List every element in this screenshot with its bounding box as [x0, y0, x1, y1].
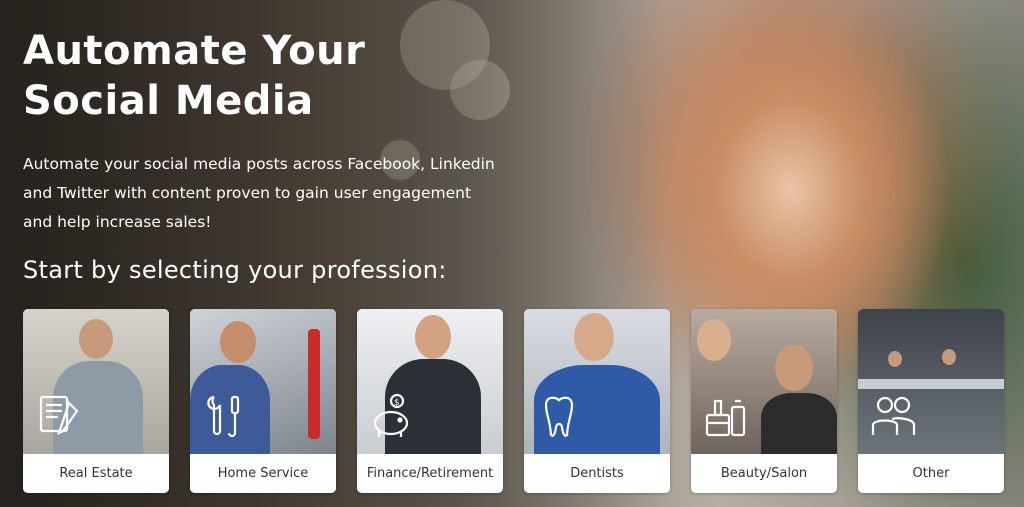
intro-line-1: Automate your social media posts across …: [23, 155, 495, 173]
person-head: [775, 345, 813, 391]
card-label: Dentists: [524, 454, 670, 493]
pipe-wrench: [308, 329, 320, 439]
profession-card-beauty-salon[interactable]: Beauty/Salon: [691, 309, 837, 493]
page-title: Automate Your Social Media: [23, 26, 483, 126]
title-line-2: Social Media: [23, 78, 314, 124]
card-label: Real Estate: [23, 454, 169, 493]
tools-icon: [200, 391, 250, 441]
title-line-1: Automate Your: [23, 28, 366, 74]
svg-text:$: $: [394, 398, 400, 408]
person-body: [761, 393, 837, 454]
profession-prompt: Start by selecting your profession:: [23, 256, 447, 284]
person-head: [79, 319, 113, 359]
person-head: [574, 313, 614, 361]
profession-card-dentists[interactable]: Dentists: [524, 309, 670, 493]
card-label: Other: [858, 454, 1004, 493]
document-icon: [33, 391, 83, 441]
office-desk: [858, 379, 1004, 389]
people-icon: [868, 391, 918, 441]
person-head: [942, 349, 956, 365]
profession-card-real-estate[interactable]: Real Estate: [23, 309, 169, 493]
profession-card-home-service[interactable]: Home Service: [190, 309, 336, 493]
person-head: [415, 315, 451, 359]
hero-banner: Automate Your Social Media Automate your…: [0, 0, 1024, 507]
intro-line-3: and help increase sales!: [23, 213, 212, 231]
intro-line-2: and Twitter with content proven to gain …: [23, 184, 472, 202]
person-head: [697, 319, 731, 361]
card-label: Home Service: [190, 454, 336, 493]
tooth-icon: [534, 391, 584, 441]
intro-text: Automate your social media posts across …: [23, 150, 523, 237]
person-head: [220, 321, 256, 363]
salon-products-icon: [701, 391, 751, 441]
person-head: [888, 351, 902, 367]
card-label: Finance/Retirement: [357, 454, 503, 493]
profession-card-finance-retirement[interactable]: $ Finance/Retirement: [357, 309, 503, 493]
profession-card-other[interactable]: Other: [858, 309, 1004, 493]
piggy-bank-icon: $: [367, 391, 417, 441]
card-label: Beauty/Salon: [691, 454, 837, 493]
